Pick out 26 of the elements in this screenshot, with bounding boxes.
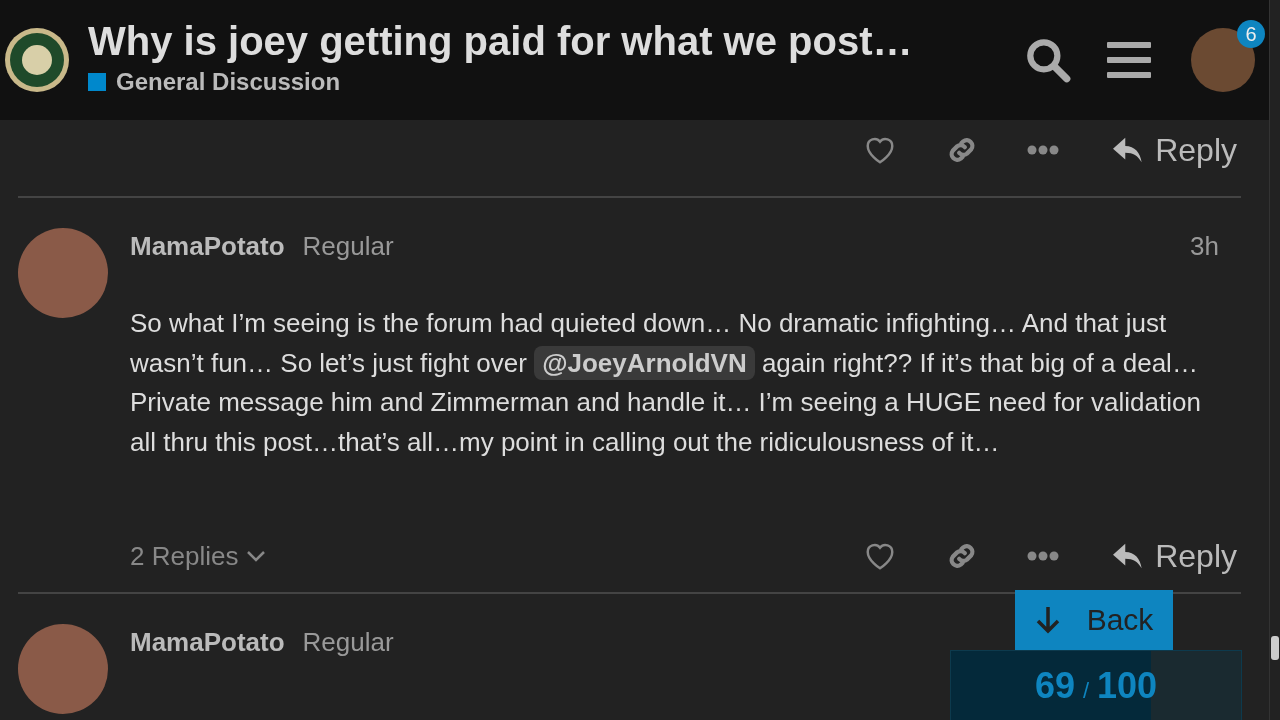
username[interactable]: MamaPotato <box>130 626 285 658</box>
topic-title[interactable]: Why is joey getting paid for what we post… <box>88 18 997 64</box>
emblem-logo[interactable] <box>4 27 70 93</box>
more-button[interactable] <box>1027 145 1060 155</box>
reply-button[interactable]: Reply <box>1111 131 1237 169</box>
back-button[interactable]: Back <box>1015 590 1173 650</box>
user-title: Regular <box>302 230 394 262</box>
replies-toggle[interactable]: 2 Replies <box>130 540 267 572</box>
more-icon <box>1027 551 1060 561</box>
more-icon <box>1027 145 1060 155</box>
post-time[interactable]: 3h <box>1190 230 1219 262</box>
menu-icon[interactable] <box>1107 40 1151 80</box>
post-body: So what I’m seeing is the forum had quieted down… No dramatic infighting… And that just wasn’t fun… So let’s just fight over @JoeyArnoldVN again right?? If it’s that big of a deal… Private message him and Zimmerman and handle it… I’m seeing a HUGE need for validation all thru this post…that’s all…my point in calling out the ridiculousness of it… <box>130 307 1202 459</box>
user-title: Regular <box>302 626 394 658</box>
scrollbar[interactable] <box>1269 0 1280 720</box>
down-arrow-icon <box>1034 605 1061 635</box>
chevron-down-icon <box>246 550 267 562</box>
progress-indicator[interactable]: 69 / 100 <box>950 650 1242 720</box>
category-link[interactable]: General Discussion <box>116 67 341 96</box>
scrollbar-thumb[interactable] <box>1271 636 1279 660</box>
more-button[interactable] <box>1027 551 1060 561</box>
progress-count: 69 / 100 <box>1034 665 1158 707</box>
reply-button[interactable]: Reply <box>1111 537 1237 575</box>
username[interactable]: MamaPotato <box>130 230 285 262</box>
notification-count: 6 <box>1237 20 1265 48</box>
user-mention-link[interactable]: @JoeyArnoldVN <box>534 345 755 380</box>
